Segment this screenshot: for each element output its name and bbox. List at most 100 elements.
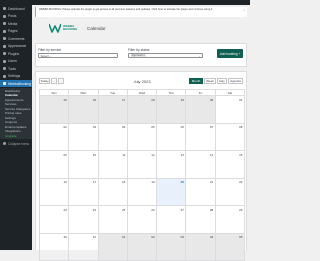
day-cell[interactable]: 07: [186, 124, 215, 152]
day-cell[interactable]: 26: [69, 96, 98, 124]
day-cell[interactable]: 15: [216, 151, 245, 179]
day-number[interactable]: 01: [239, 98, 242, 102]
day-number[interactable]: 30: [210, 98, 213, 102]
day-cell[interactable]: 04: [186, 234, 215, 261]
day-number[interactable]: 01: [122, 235, 125, 239]
day-cell[interactable]: 01: [99, 234, 128, 261]
day-number[interactable]: 30: [63, 235, 66, 239]
day-number[interactable]: 13: [181, 153, 184, 157]
day-number[interactable]: 06: [181, 125, 184, 129]
day-number[interactable]: 08: [239, 125, 242, 129]
day-number[interactable]: 11: [122, 153, 125, 157]
day-number[interactable]: 21: [210, 180, 213, 184]
day-cell[interactable]: 11: [99, 151, 128, 179]
prev-month-button[interactable]: ‹: [51, 78, 57, 84]
day-cell[interactable]: 28: [128, 96, 157, 124]
day-number[interactable]: 23: [63, 208, 66, 212]
day-cell[interactable]: 04: [99, 124, 128, 152]
day-cell[interactable]: 22: [216, 179, 245, 207]
day-cell[interactable]: 02: [40, 124, 69, 152]
sidebar-item-posts[interactable]: Posts: [0, 13, 32, 20]
day-cell[interactable]: 26: [128, 206, 157, 234]
day-number[interactable]: 29: [181, 98, 184, 102]
day-cell[interactable]: 30: [40, 234, 69, 261]
day-number[interactable]: 12: [151, 153, 154, 157]
day-cell[interactable]: 01: [216, 96, 245, 124]
day-number[interactable]: 05: [151, 125, 154, 129]
day-cell[interactable]: 05: [128, 124, 157, 152]
day-cell[interactable]: 29: [157, 96, 186, 124]
day-cell[interactable]: 29: [216, 206, 245, 234]
day-number[interactable]: 25: [63, 98, 66, 102]
day-number[interactable]: 27: [122, 98, 125, 102]
day-number[interactable]: 20: [181, 180, 184, 184]
today-button[interactable]: Today: [39, 78, 50, 84]
sidebar-item-settings[interactable]: Settings: [0, 73, 32, 80]
day-number[interactable]: 27: [181, 208, 184, 212]
view-day-button[interactable]: Day: [217, 78, 227, 84]
add-booking-button[interactable]: Add booking +: [217, 49, 243, 58]
sidebar-item-comments[interactable]: Comments: [0, 35, 32, 42]
day-cell[interactable]: 23: [40, 206, 69, 234]
day-number[interactable]: 04: [210, 235, 213, 239]
day-cell[interactable]: 25: [99, 206, 128, 234]
day-number[interactable]: 10: [93, 153, 96, 157]
day-cell[interactable]: 10: [69, 151, 98, 179]
day-number[interactable]: 17: [93, 180, 96, 184]
sidebar-item-dashboard[interactable]: Dashboard: [0, 5, 32, 12]
day-cell[interactable]: 28: [186, 206, 215, 234]
view-agenda-button[interactable]: Agenda: [228, 78, 243, 84]
day-cell[interactable]: 08: [216, 124, 245, 152]
day-cell[interactable]: 09: [40, 151, 69, 179]
day-number[interactable]: 19: [151, 180, 154, 184]
day-cell[interactable]: 12: [128, 151, 157, 179]
day-number[interactable]: 28: [151, 98, 154, 102]
next-month-button[interactable]: ›: [58, 78, 64, 84]
view-week-button[interactable]: Week: [204, 78, 216, 84]
day-number[interactable]: 31: [93, 235, 96, 239]
day-number[interactable]: 28: [210, 208, 213, 212]
day-cell[interactable]: 20: [157, 179, 186, 207]
day-number[interactable]: 02: [151, 235, 154, 239]
day-number[interactable]: 04: [122, 125, 125, 129]
sidebar-item-media[interactable]: Media: [0, 20, 32, 27]
sidebar-item-users[interactable]: Users: [0, 58, 32, 65]
day-cell[interactable]: 02: [128, 234, 157, 261]
sidebar-item-webbabooking[interactable]: WebbaBooking: [0, 80, 32, 87]
day-number[interactable]: 25: [122, 208, 125, 212]
day-cell[interactable]: 21: [186, 179, 215, 207]
sidebar-item-tools[interactable]: Tools: [0, 65, 32, 72]
day-cell[interactable]: 25: [40, 96, 69, 124]
day-number[interactable]: 14: [210, 153, 213, 157]
day-cell[interactable]: 31: [69, 234, 98, 261]
day-number[interactable]: 03: [181, 235, 184, 239]
day-number[interactable]: 29: [239, 208, 242, 212]
day-number[interactable]: 03: [93, 125, 96, 129]
service-filter-select[interactable]: Select ... ⌄: [38, 53, 118, 58]
day-cell[interactable]: 05: [216, 234, 245, 261]
day-number[interactable]: 22: [239, 180, 242, 184]
day-number[interactable]: 16: [63, 180, 66, 184]
day-cell[interactable]: 17: [69, 179, 98, 207]
day-cell[interactable]: 19: [128, 179, 157, 207]
day-number[interactable]: 24: [93, 208, 96, 212]
day-number[interactable]: 26: [151, 208, 154, 212]
sidebar-item-appearance[interactable]: Appearance: [0, 43, 32, 50]
day-cell[interactable]: 06: [157, 124, 186, 152]
dismiss-notice-button[interactable]: ×: [243, 9, 245, 12]
day-cell[interactable]: 03: [157, 234, 186, 261]
collapse-menu-button[interactable]: Collapse menu: [0, 140, 32, 147]
day-number[interactable]: 18: [122, 180, 125, 184]
day-cell[interactable]: 16: [40, 179, 69, 207]
day-number[interactable]: 09: [63, 153, 66, 157]
day-cell[interactable]: 13: [157, 151, 186, 179]
day-number[interactable]: 26: [93, 98, 96, 102]
day-number[interactable]: 15: [239, 153, 242, 157]
day-cell[interactable]: 03: [69, 124, 98, 152]
status-filter-select[interactable]: Approved × ⌄: [128, 53, 203, 58]
day-number[interactable]: 02: [63, 125, 66, 129]
day-cell[interactable]: 30: [186, 96, 215, 124]
day-cell[interactable]: 24: [69, 206, 98, 234]
submenu-item-upgrade[interactable]: Upgrade: [0, 134, 32, 139]
sidebar-item-pages[interactable]: Pages: [0, 28, 32, 35]
